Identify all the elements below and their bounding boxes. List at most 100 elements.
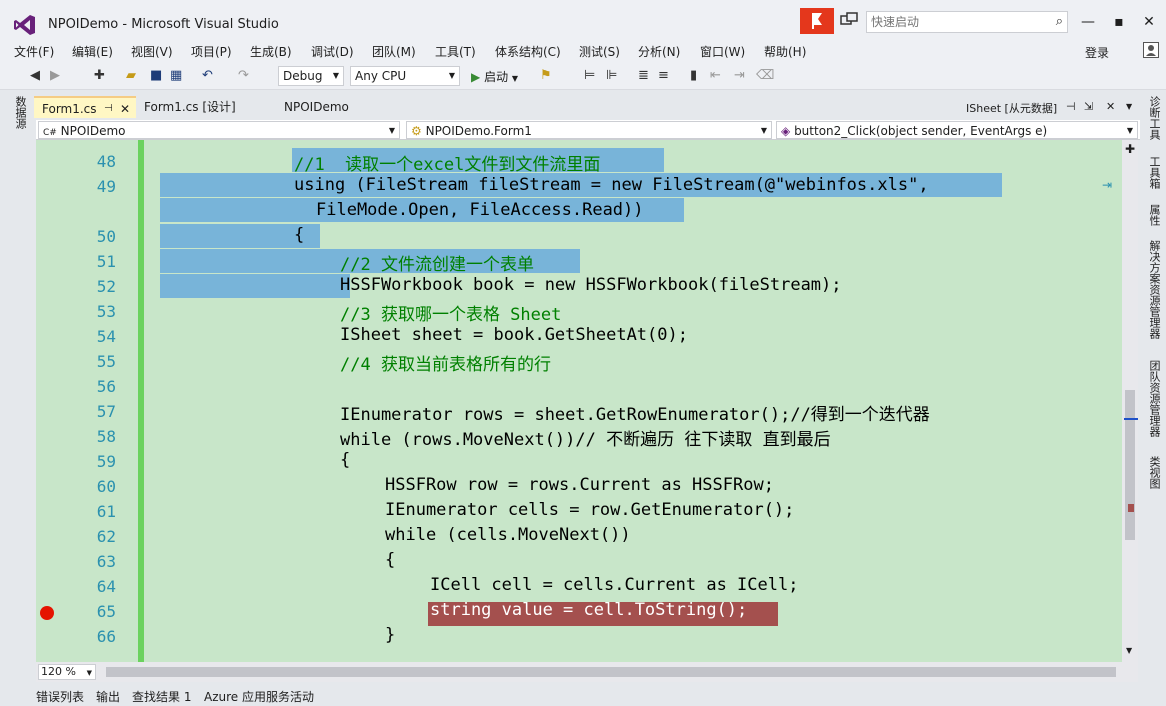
bookmark-icon[interactable]: ▮ [690,68,697,84]
code-lens-icon[interactable]: ⇥ [1102,178,1112,192]
code-line[interactable]: HSSFWorkbook book = new HSSFWorkbook(fil… [340,275,842,295]
step-over-icon[interactable]: ⊫ [606,68,617,84]
redo-icon[interactable]: ↷ [238,68,249,84]
diagnostic-tools-tab[interactable]: 诊断工具 [1146,96,1162,140]
solution-explorer-tab[interactable]: 解决方案资源管理器 [1146,240,1162,339]
code-line[interactable]: { [294,225,304,245]
clear-bookmarks-icon[interactable]: ⌫ [756,68,774,84]
code-line[interactable]: } [385,625,395,645]
chevron-down-icon: ▼ [511,74,519,83]
scroll-down-icon[interactable]: ▼ [1126,646,1132,655]
tab-npoidemo[interactable]: NPOIDemo [276,96,366,118]
pin-icon[interactable]: ⊣ [104,98,113,120]
undo-icon[interactable]: ↶ [202,68,213,84]
search-icon[interactable]: ⌕ [1056,14,1063,29]
browser-link-icon[interactable]: ⚑ [540,68,552,84]
navigate-back-icon[interactable]: ◀ [30,68,40,84]
maximize-button[interactable]: ▪ [1107,10,1131,34]
menu-edit[interactable]: 编辑(E) [72,43,113,60]
solution-platform-select[interactable]: Any CPU ▼ [350,66,460,86]
open-file-icon[interactable]: ▰ [126,68,136,84]
uncomment-icon[interactable]: ≡ [658,68,669,84]
scrollbar-thumb[interactable] [1125,390,1135,540]
code-line[interactable]: //1 读取一个excel文件到文件流里面 [294,150,600,175]
minimize-button[interactable]: — [1076,10,1100,34]
output-tab[interactable]: 输出 [96,688,120,705]
menu-project[interactable]: 项目(P) [191,43,232,60]
menu-team[interactable]: 团队(M) [372,43,416,60]
code-line[interactable]: ICell cell = cells.Current as ICell; [430,575,798,595]
code-line[interactable]: //3 获取哪一个表格 Sheet [340,300,561,325]
next-bookmark-icon[interactable]: ⇥ [734,68,745,84]
menu-file[interactable]: 文件(F) [14,43,54,60]
menu-window[interactable]: 窗口(W) [700,43,745,60]
comment-out-icon[interactable]: ≣ [638,68,649,84]
code-line[interactable]: while (cells.MoveNext()) [385,525,631,545]
menu-view[interactable]: 视图(V) [131,43,173,60]
properties-tab[interactable]: 属性 [1146,204,1162,226]
sign-in-link[interactable]: 登录 [1085,44,1109,61]
line-number: 54 [96,327,116,346]
preview-tab-isheet[interactable]: ISheet [从元数据] [966,100,1057,116]
solution-config-select[interactable]: Debug ▼ [278,66,344,86]
feedback-icon[interactable] [840,12,858,30]
save-all-icon[interactable]: ▦ [170,68,182,84]
code-line[interactable]: while (rows.MoveNext())// 不断遍历 往下读取 直到最后 [340,425,831,450]
code-line[interactable]: { [385,550,395,570]
menu-tools[interactable]: 工具(T) [435,43,476,60]
error-list-tab[interactable]: 错误列表 [36,688,84,705]
code-line[interactable]: IEnumerator rows = sheet.GetRowEnumerato… [340,400,930,425]
notifications-flag-button[interactable] [800,8,834,34]
vertical-scrollbar[interactable]: ✚ ▼ [1122,140,1138,662]
quick-launch-input[interactable] [867,12,1037,32]
toolbox-tab[interactable]: 工具箱 [1146,156,1162,189]
menu-test[interactable]: 测试(S) [579,43,620,60]
code-editor[interactable]: 48 49 50 51 52 53 54 55 56 57 58 59 60 6… [36,140,1122,662]
split-editor-icon[interactable]: ✚ [1125,142,1135,156]
close-tab-icon[interactable]: ✕ [120,98,130,120]
find-results-tab[interactable]: 查找结果 1 [132,688,191,705]
close-window-button[interactable]: ✕ [1137,10,1161,34]
tab-list-chevron-icon[interactable]: ▼ [1126,102,1132,111]
class-view-tab[interactable]: 类视图 [1146,456,1162,489]
code-line[interactable]: HSSFRow row = rows.Current as HSSFRow; [385,475,774,495]
pin-icon[interactable]: ⊣ [1066,100,1076,113]
data-sources-tab[interactable]: 数据源 [12,96,28,129]
menu-analyze[interactable]: 分析(N) [638,43,680,60]
menu-build[interactable]: 生成(B) [250,43,292,60]
code-line[interactable]: IEnumerator cells = row.GetEnumerator(); [385,500,794,520]
menu-debug[interactable]: 调试(D) [311,43,354,60]
new-project-icon[interactable]: ✚ [94,68,105,84]
code-line[interactable]: //2 文件流创建一个表单 [340,250,534,275]
code-line[interactable]: FileMode.Open, FileAccess.Read)) [316,200,644,220]
horizontal-scrollbar[interactable]: 120 % ▼ [36,662,1138,682]
navigate-forward-icon[interactable]: ▶ [50,68,60,84]
code-line[interactable]: using (FileStream fileStream = new FileS… [294,175,929,195]
code-line[interactable]: ISheet sheet = book.GetSheetAt(0); [340,325,688,345]
tab-form1-designer[interactable]: Form1.cs [设计] [136,96,264,118]
user-account-icon[interactable] [1143,42,1159,58]
zoom-select[interactable]: 120 % ▼ [38,664,96,680]
scrollbar-thumb[interactable] [106,667,1116,677]
save-icon[interactable]: ■ [150,68,162,84]
step-into-icon[interactable]: ⊨ [584,68,595,84]
code-line[interactable]: { [340,450,350,470]
quick-launch-box[interactable]: ⌕ [866,11,1068,33]
breakpoint-icon[interactable] [40,606,54,620]
tab-form1-cs[interactable]: Form1.cs ⊣ ✕ [34,96,136,118]
prev-bookmark-icon[interactable]: ⇤ [710,68,721,84]
line-number: 53 [96,302,116,321]
standard-toolbar: ◀ ▶ ✚ ▰ ■ ▦ ↶ ↷ Debug ▼ Any CPU ▼ ▶ 启动 ▼… [0,62,1166,90]
start-debugging-button[interactable]: ▶ 启动 ▼ [471,68,518,85]
menu-help[interactable]: 帮助(H) [764,43,806,60]
project-dropdown[interactable]: C# NPOIDemo ▼ [38,121,400,139]
member-dropdown[interactable]: ◈ button2_Click(object sender, EventArgs… [776,121,1138,139]
menu-architecture[interactable]: 体系结构(C) [495,43,561,60]
azure-app-service-activity-tab[interactable]: Azure 应用服务活动 [204,688,314,705]
team-explorer-tab[interactable]: 团队资源管理器 [1146,360,1162,437]
promote-tab-icon[interactable]: ⇲ [1084,100,1093,113]
code-line-breakpoint[interactable]: string value = cell.ToString(); [430,600,747,620]
close-tab-icon[interactable]: ✕ [1106,100,1115,113]
code-line[interactable]: //4 获取当前表格所有的行 [340,350,551,375]
type-dropdown[interactable]: ⚙ NPOIDemo.Form1 ▼ [406,121,772,139]
